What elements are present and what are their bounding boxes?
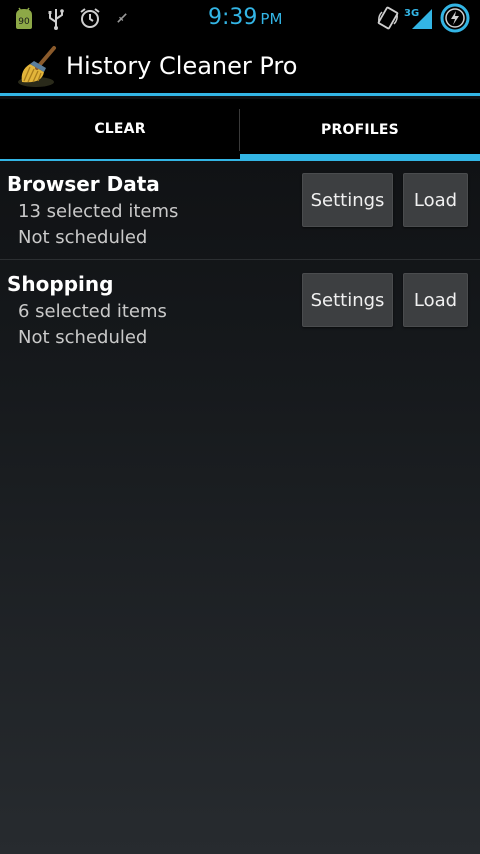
tab-clear-label: CLEAR xyxy=(94,121,146,137)
tab-profiles[interactable]: PROFILES xyxy=(240,99,480,161)
rotation-lock-icon xyxy=(377,6,399,30)
profile-schedule: Not scheduled xyxy=(18,227,148,248)
usb-icon xyxy=(48,9,64,30)
profile-name: Shopping xyxy=(7,272,114,296)
svg-text:3G: 3G xyxy=(404,8,419,19)
broom-icon[interactable] xyxy=(14,42,62,90)
action-bar: History Cleaner Pro xyxy=(0,36,480,96)
tab-bar: CLEAR PROFILES xyxy=(0,99,480,161)
profile-schedule: Not scheduled xyxy=(18,327,148,348)
clock: 9:39 PM xyxy=(208,5,283,30)
tab-profiles-label: PROFILES xyxy=(321,122,399,138)
tab-clear[interactable]: CLEAR xyxy=(0,99,240,161)
android-notification-icon: 90 xyxy=(16,7,32,29)
settings-button[interactable]: Settings xyxy=(302,173,393,227)
signal-icon: 3G xyxy=(404,8,432,29)
profile-selected-count: 13 selected items xyxy=(18,201,179,222)
svg-text:90: 90 xyxy=(18,17,30,27)
load-button[interactable]: Load xyxy=(403,173,468,227)
profile-selected-count: 6 selected items xyxy=(18,301,167,322)
profile-item-browser-data[interactable]: Browser Data 13 selected items Not sched… xyxy=(0,162,480,260)
settings-button[interactable]: Settings xyxy=(302,273,393,327)
mute-icon xyxy=(117,13,127,23)
profile-name: Browser Data xyxy=(7,172,160,196)
battery-charging-icon xyxy=(440,3,470,33)
tab-selected-indicator xyxy=(240,154,480,161)
app-title: History Cleaner Pro xyxy=(66,52,298,80)
status-bar: 90 9:39 PM 3G xyxy=(0,0,480,36)
alarm-icon xyxy=(80,8,100,28)
profile-item-shopping[interactable]: Shopping 6 selected items Not scheduled … xyxy=(0,262,480,360)
load-button[interactable]: Load xyxy=(403,273,468,327)
